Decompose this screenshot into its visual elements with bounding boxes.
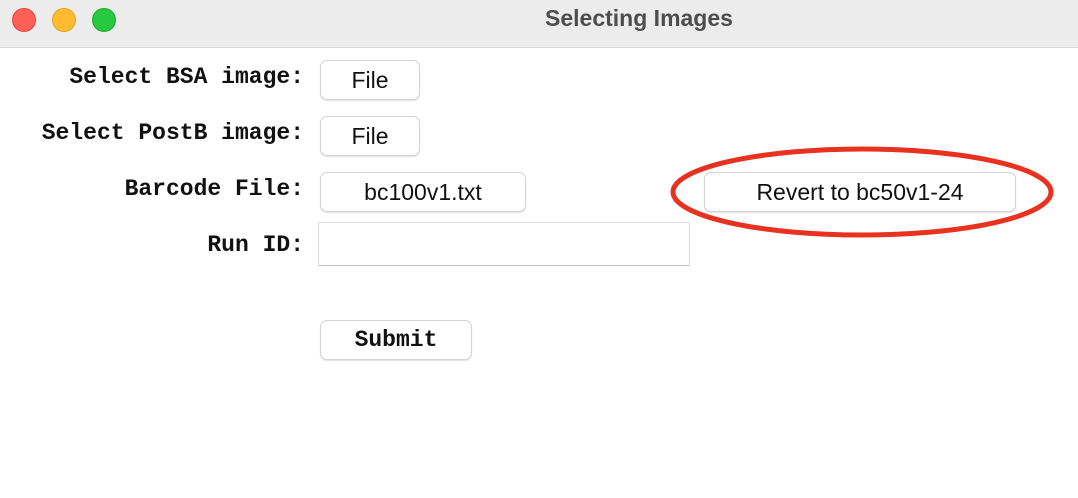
revert-barcode-button[interactable]: Revert to bc50v1-24	[704, 172, 1016, 212]
run-id-label: Run ID:	[207, 232, 304, 258]
bsa-file-button[interactable]: File	[320, 60, 420, 100]
barcode-file-button[interactable]: bc100v1.txt	[320, 172, 526, 212]
submit-button[interactable]: Submit	[320, 320, 472, 360]
postb-file-button[interactable]: File	[320, 116, 420, 156]
app-window: Selecting Images Select BSA image: File …	[0, 0, 1078, 498]
title-bar: Selecting Images	[0, 0, 1078, 48]
postb-image-label: Select PostB image:	[41, 120, 304, 146]
bsa-image-label: Select BSA image:	[69, 64, 304, 90]
barcode-file-label: Barcode File:	[124, 176, 304, 202]
window-title: Selecting Images	[545, 5, 733, 31]
run-id-input[interactable]	[318, 222, 690, 266]
